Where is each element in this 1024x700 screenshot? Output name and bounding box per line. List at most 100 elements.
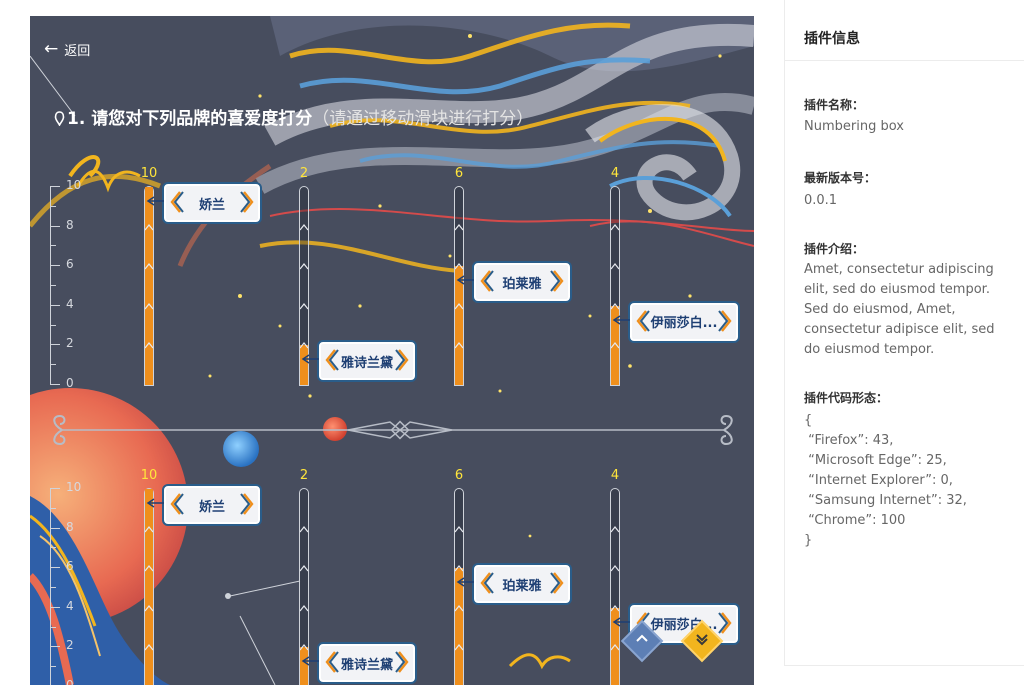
score-count: 6 — [454, 166, 464, 181]
score-column: 2 — [299, 468, 309, 685]
tag-ornament-icon — [240, 191, 254, 213]
axis-tick — [50, 547, 56, 549]
brand-name: 珀莱雅 — [502, 578, 542, 594]
plugin-info-panel: 插件信息 插件名称： Numbering box 最新版本号： 0.0.1 插件… — [784, 0, 1024, 666]
chevron-up-icon — [300, 263, 308, 270]
tag-ornament-icon — [170, 191, 184, 213]
brand-slider-handle[interactable]: 伊丽莎白... — [612, 300, 740, 343]
axis-tick — [50, 225, 60, 227]
axis-tick — [50, 527, 60, 529]
pointer-arrow-icon — [612, 617, 630, 627]
chevron-up-icon — [300, 223, 308, 230]
score-count: 10 — [140, 468, 158, 483]
chevron-up-icon — [300, 604, 308, 612]
slider-track[interactable] — [610, 186, 620, 386]
code-title: 插件代码形态： — [804, 391, 889, 405]
tag-ornament-icon — [325, 349, 339, 372]
chevron-up-icon — [300, 565, 308, 572]
slider-fill — [145, 187, 153, 385]
description-value: Amet, consectetur adipiscing elit, sed d… — [804, 262, 995, 357]
brand-slider-handle[interactable]: 珀莱雅 — [456, 563, 572, 606]
score-count: 6 — [454, 468, 464, 483]
chevron-up-icon — [611, 342, 619, 349]
axis-tick — [50, 606, 60, 608]
panel-title: 插件信息 — [804, 31, 860, 47]
score-column: 2 — [299, 166, 309, 386]
question-text: 1. 请您对下列品牌的喜爱度打分 — [67, 109, 313, 129]
axis-tick — [50, 384, 60, 385]
tag-ornament-icon — [718, 612, 732, 634]
chevron-up-icon — [145, 263, 153, 270]
brand-slider-handle[interactable]: 娇兰 — [146, 182, 262, 224]
question-title: 1. 请您对下列品牌的喜爱度打分（请通过移动滑块进行打分） — [54, 104, 533, 129]
back-button[interactable]: ← 返回 — [44, 40, 91, 60]
tag-ornament-icon — [550, 572, 564, 594]
slider-track[interactable] — [610, 488, 620, 685]
chevron-up-icon — [455, 342, 463, 349]
brand-name: 伊丽莎白... — [650, 316, 718, 332]
slider-track[interactable] — [144, 488, 154, 685]
chevron-up-icon — [145, 302, 153, 310]
pointer-arrow-icon — [612, 315, 630, 325]
score-axis: 10 8 6 4 2 0 — [50, 178, 90, 390]
axis-tick — [50, 285, 56, 286]
axis-label: 0 — [66, 376, 74, 390]
axis-tick — [50, 666, 56, 668]
chevron-up-icon — [145, 644, 153, 651]
ornamental-divider — [53, 414, 733, 446]
pointer-arrow-icon — [456, 577, 474, 587]
slider-fill — [300, 345, 308, 385]
score-count: 4 — [610, 166, 620, 181]
chevron-up-icon — [611, 525, 619, 532]
chevron-up-icon — [611, 644, 619, 651]
chevron-up-icon — [455, 525, 463, 532]
brand-slider-handle[interactable]: 雅诗兰黛 — [301, 340, 417, 383]
pointer-arrow-icon — [146, 498, 164, 508]
axis-label: 4 — [66, 296, 74, 311]
code-line: } — [804, 533, 813, 548]
code-line: { — [804, 413, 813, 428]
question-marker-icon — [54, 111, 65, 126]
axis-label: 2 — [66, 638, 74, 653]
slider-track[interactable] — [454, 186, 464, 386]
back-label: 返回 — [64, 44, 91, 59]
score-count: 4 — [610, 468, 620, 483]
plugin-name-title: 插件名称： — [804, 98, 865, 112]
axis-label: 2 — [66, 336, 74, 351]
axis-tick — [50, 488, 60, 489]
code-line: “Microsoft Edge”: 25, — [804, 453, 947, 468]
chevron-up-icon — [611, 565, 619, 572]
chevron-up-icon — [455, 263, 463, 270]
axis-tick — [50, 324, 56, 326]
chevron-up-icon — [455, 223, 463, 230]
tag-ornament-icon — [636, 310, 650, 332]
brand-slider-handle[interactable]: 雅诗兰黛 — [301, 642, 417, 685]
axis-tick — [50, 646, 60, 648]
chevron-up-icon — [300, 525, 308, 532]
code-block: { “Firefox”: 43, “Microsoft Edge”: 25, “… — [804, 411, 1004, 551]
score-count: 10 — [140, 166, 158, 181]
chevron-down-icon — [696, 634, 708, 646]
axis-tick — [50, 265, 60, 267]
chevron-up-icon — [145, 342, 153, 349]
brand-slider-handle[interactable]: 娇兰 — [146, 484, 262, 526]
tag-ornament-icon — [550, 270, 564, 292]
brand-name: 娇兰 — [198, 197, 225, 213]
brand-slider-handle[interactable]: 珀莱雅 — [456, 261, 572, 304]
axis-label: 6 — [66, 257, 74, 272]
slider-track[interactable] — [144, 186, 154, 386]
version-title: 最新版本号： — [804, 171, 877, 185]
axis-tick — [50, 567, 60, 569]
chevron-up-icon — [300, 644, 308, 651]
axis-tick — [50, 364, 56, 366]
axis-label: 10 — [66, 178, 82, 192]
brand-name: 娇兰 — [198, 499, 225, 515]
chevron-up-icon — [455, 565, 463, 572]
axis-tick — [50, 186, 60, 187]
chevron-up-icon — [611, 302, 619, 310]
plugin-name-value: Numbering box — [804, 119, 904, 134]
brand-name: 雅诗兰黛 — [340, 657, 393, 673]
question-hint: （请通过移动滑块进行打分） — [312, 109, 534, 129]
axis-label: 8 — [66, 217, 74, 232]
axis-label: 4 — [66, 598, 74, 613]
